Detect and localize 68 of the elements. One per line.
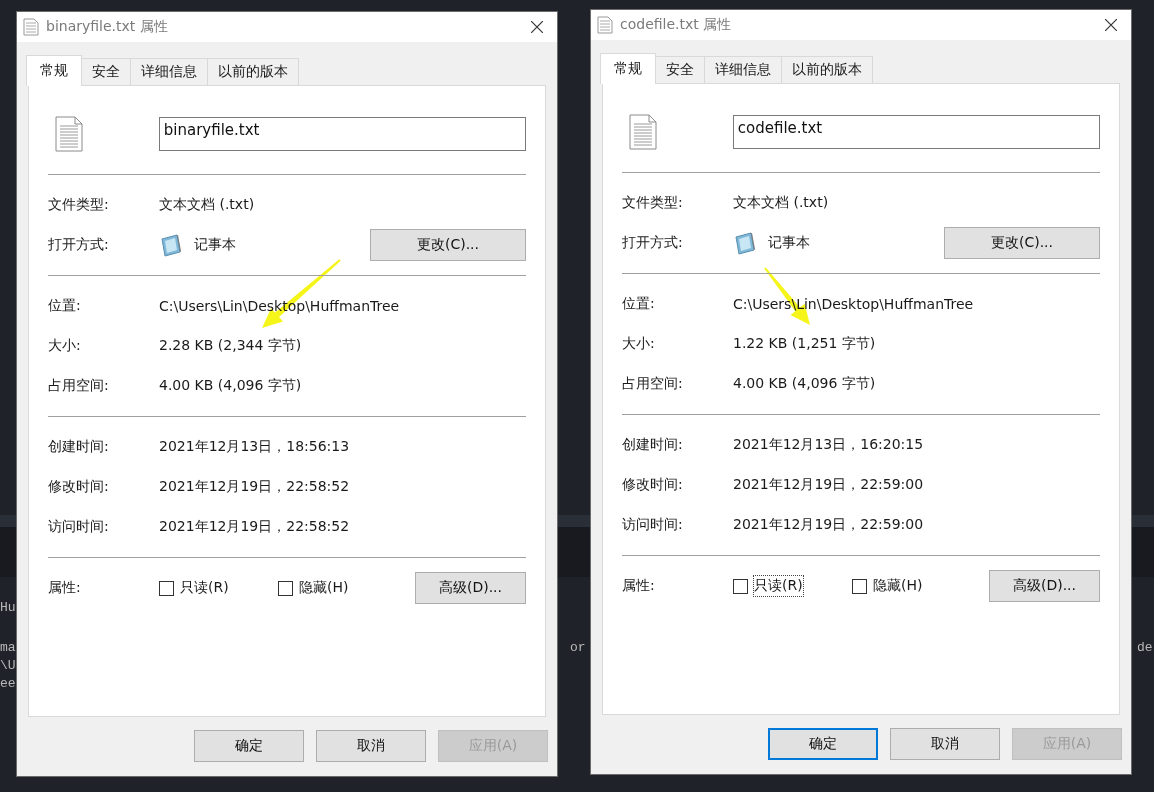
tab[interactable]: 以前的版本 <box>207 58 299 85</box>
property-value: 4.00 KB (4,096 字节) <box>159 377 303 395</box>
property-label: 占用空间: <box>48 377 110 395</box>
checkbox[interactable] <box>278 580 293 596</box>
property-value: 2021年12月19日，22:58:52 <box>159 478 351 496</box>
code-text: or <box>570 640 586 656</box>
property-value: 文本文档 (.txt) <box>159 196 256 214</box>
property-value: 4.00 KB (4,096 字节) <box>733 375 877 393</box>
property-label: 位置: <box>622 295 656 313</box>
text-file-icon <box>629 114 657 150</box>
dialog-button[interactable]: 确定 <box>768 728 878 760</box>
property-label: 占用空间: <box>622 375 684 393</box>
advanced-button[interactable]: 高级(D)... <box>989 570 1100 602</box>
checkbox[interactable] <box>733 578 748 594</box>
code-text: \U <box>0 658 16 674</box>
checkbox-label[interactable]: 隐藏(H) <box>872 575 924 597</box>
property-label: 大小: <box>48 337 82 355</box>
property-label: 打开方式: <box>48 236 110 254</box>
checkbox-label[interactable]: 隐藏(H) <box>298 577 350 599</box>
dialog-button[interactable]: 取消 <box>890 728 1000 760</box>
property-label: 访问时间: <box>48 518 110 536</box>
code-text: Hu <box>0 600 16 616</box>
app-name: 记事本 <box>768 234 810 252</box>
code-text: de <box>1137 640 1153 656</box>
window-title: binaryfile.txt 属性 <box>46 18 169 36</box>
property-label: 打开方式: <box>622 234 684 252</box>
change-button[interactable]: 更改(C)... <box>944 227 1100 259</box>
text-file-icon <box>55 116 83 152</box>
window-title: codefile.txt 属性 <box>620 16 733 34</box>
app-name: 记事本 <box>194 236 236 254</box>
advanced-button[interactable]: 高级(D)... <box>415 572 526 604</box>
file-name-field[interactable]: codefile.txt <box>732 115 1100 149</box>
property-label: 文件类型: <box>48 196 110 214</box>
property-label: 属性: <box>48 579 82 597</box>
property-label: 修改时间: <box>48 478 110 496</box>
checkbox-label[interactable]: 只读(R) <box>179 577 230 599</box>
property-label: 访问时间: <box>622 516 684 534</box>
notepad-icon <box>733 231 757 255</box>
change-button[interactable]: 更改(C)... <box>370 229 526 261</box>
property-value: 2021年12月13日，16:20:15 <box>733 436 925 454</box>
text-file-icon <box>597 16 613 34</box>
tab[interactable]: 常规 <box>600 53 656 84</box>
property-value: 2021年12月19日，22:59:00 <box>733 476 925 494</box>
property-value: 2.28 KB (2,344 字节) <box>159 337 303 355</box>
tab[interactable]: 以前的版本 <box>781 56 873 83</box>
file-name-field[interactable]: binaryfile.txt <box>158 117 526 151</box>
property-label: 创建时间: <box>622 436 684 454</box>
tab[interactable]: 常规 <box>26 55 82 86</box>
notepad-icon <box>159 233 183 257</box>
property-label: 创建时间: <box>48 438 110 456</box>
property-value: 2021年12月19日，22:58:52 <box>159 518 351 536</box>
text-file-icon <box>23 18 39 36</box>
checkbox[interactable] <box>852 578 867 594</box>
property-label: 属性: <box>622 577 656 595</box>
property-label: 文件类型: <box>622 194 684 212</box>
property-label: 大小: <box>622 335 656 353</box>
property-label: 位置: <box>48 297 82 315</box>
checkbox-label[interactable]: 只读(R) <box>753 575 804 597</box>
code-text: ma <box>0 640 16 656</box>
checkbox[interactable] <box>159 580 174 596</box>
property-value: 2021年12月13日，18:56:13 <box>159 438 351 456</box>
property-value: 文本文档 (.txt) <box>733 194 830 212</box>
dialog-button[interactable]: 确定 <box>194 730 304 762</box>
property-label: 修改时间: <box>622 476 684 494</box>
property-value: 2021年12月19日，22:59:00 <box>733 516 925 534</box>
dialog-button[interactable]: 取消 <box>316 730 426 762</box>
code-text: ee <box>0 676 16 692</box>
property-value: 1.22 KB (1,251 字节) <box>733 335 877 353</box>
